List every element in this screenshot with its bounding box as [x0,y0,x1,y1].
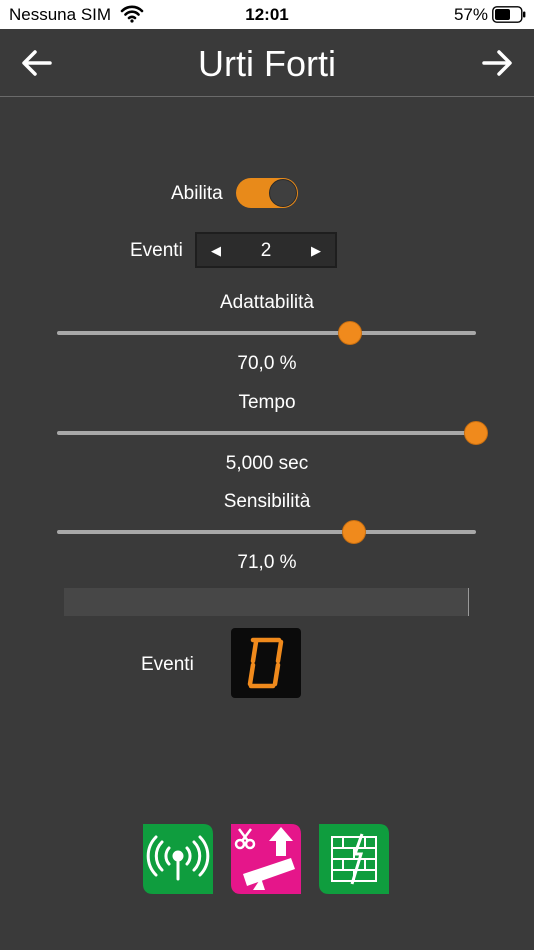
digit-segment-b [275,639,284,664]
sensitivity-value: 71,0 % [237,552,297,573]
enable-label: Abilita [171,183,223,204]
slider-track [57,331,476,335]
slider-thumb[interactable] [338,321,363,345]
battery-percent: 57% [453,5,488,24]
sensitivity-label: Sensibilità [223,491,311,512]
event-counter-display [231,628,301,698]
slider-track [57,530,476,534]
time-value: 5,000 sec [225,453,309,474]
increment-arrow-icon[interactable]: ▶ [305,241,327,261]
slider-thumb[interactable] [464,421,488,445]
status-bar: Nessuna SIM 12:01 57% [0,0,534,29]
wall-button[interactable] [319,824,389,894]
battery-icon [492,6,526,23]
digit-segment-c [272,662,281,687]
screen: Nessuna SIM 12:01 57% Urti Forti Abilita… [0,0,534,950]
enable-toggle[interactable] [236,178,298,208]
digit-segment-e [247,662,256,687]
adaptability-value: 70,0 % [237,353,297,374]
seven-segment-digit [247,637,284,689]
events-label: Eventi [130,240,183,261]
navigation-bar: Urti Forti [0,29,534,97]
slider-track [57,431,476,435]
sensitivity-slider[interactable] [57,519,476,545]
time-label: Tempo [238,392,296,413]
antenna-button[interactable] [143,824,213,894]
adaptability-slider[interactable] [57,320,476,346]
forward-arrow-icon[interactable] [480,47,514,79]
cut-lift-button[interactable] [231,824,301,894]
counter-label: Eventi [141,654,194,675]
page-title: Urti Forti [198,43,336,84]
time-slider[interactable] [57,420,488,446]
adaptability-label: Adattabilità [219,292,314,313]
digit-segment-f [250,639,259,664]
toggle-knob [269,179,297,207]
slider-thumb[interactable] [342,520,367,544]
impact-level-bar [64,588,468,616]
events-stepper[interactable]: ◀ 2 ▶ [195,232,337,268]
level-bar-end-marker [468,588,469,616]
